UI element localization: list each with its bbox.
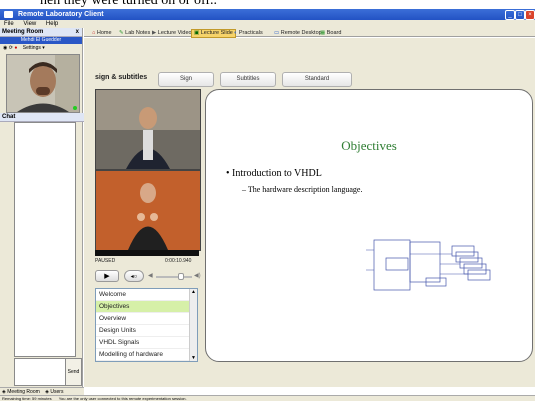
slide-bullet: • Introduction to VHDL — [226, 168, 322, 179]
settings-button[interactable]: Settings — [23, 45, 41, 51]
tab-remote-desktop[interactable]: ▭ Remote Desktop — [272, 29, 324, 37]
scroll-down-icon[interactable]: ▼ — [190, 355, 197, 361]
person-icon — [7, 55, 79, 112]
camera-icon[interactable]: ◉ — [3, 45, 7, 51]
chevron-down-icon[interactable]: ▾ — [42, 45, 45, 51]
meeting-room-header: Meeting Room x — [0, 28, 82, 37]
list-item-selected[interactable]: Objectives — [96, 301, 197, 313]
chat-header: Chat — [0, 113, 85, 122]
left-bottom-tabs: ◈ Meeting Room ◈ Users — [0, 387, 84, 395]
desktop-icon: ▭ — [274, 30, 280, 36]
sign-language-video[interactable] — [95, 170, 201, 251]
status-message: You are the only user connected to this … — [58, 396, 187, 401]
volume-handle[interactable] — [178, 273, 184, 280]
player-status: PAUSED — [95, 258, 116, 264]
sign-mode-button[interactable]: Sign — [158, 72, 214, 87]
status-bar: Remaining time: 59 minutes You are the o… — [0, 395, 535, 401]
notes-icon: ✎ — [119, 30, 124, 36]
speaker-low-icon: ◀ — [148, 273, 153, 279]
slide-title: Objectives — [341, 138, 397, 153]
tab-home[interactable]: ⌂ Home — [90, 29, 114, 37]
remaining-time: Remaining time: 59 minutes — [2, 396, 52, 401]
scroll-up-icon[interactable]: ▲ — [190, 289, 197, 295]
play-button[interactable]: ▶ — [95, 270, 119, 282]
window-title: Remote Laboratory Client — [18, 11, 104, 18]
tab-lecture-video[interactable]: ▶ Lecture Video — [150, 29, 194, 37]
username-bar: Mehdi El Guedder — [0, 37, 82, 44]
captions-toggle[interactable]: ◂○ — [124, 270, 144, 282]
send-button[interactable]: Send — [65, 358, 82, 386]
volume-slider[interactable] — [156, 276, 192, 278]
meeting-room-title: Meeting Room — [2, 29, 44, 35]
list-scrollbar[interactable]: ▲ ▼ — [189, 289, 197, 361]
signer-icon — [96, 171, 200, 250]
home-icon: ⌂ — [92, 30, 96, 36]
close-icon[interactable]: × — [525, 10, 535, 20]
slide-icon: ▣ — [194, 30, 200, 36]
menu-help[interactable]: Help — [46, 21, 58, 27]
list-item[interactable]: Modelling of hardware — [96, 349, 197, 361]
stop-icon[interactable]: ● — [14, 45, 17, 51]
tab-board[interactable]: ▦ Board — [318, 29, 343, 37]
minimize-icon[interactable]: _ — [505, 10, 515, 20]
mode-label: sign & subtitles — [95, 74, 148, 81]
tab-bar: ⌂ Home ✎ Lab Notes ▶ Lecture Video ▣ Lec… — [84, 28, 535, 38]
refresh-icon[interactable]: ⟳ — [9, 45, 13, 51]
subtitles-mode-button[interactable]: Subtitles — [220, 72, 276, 87]
caption-text: hen they were turned on or off.. — [40, 0, 218, 8]
tab-practicals[interactable]: ◐ Practicals — [232, 29, 265, 37]
tab-lecture-slide[interactable]: ▣ Lecture Slide — [191, 29, 236, 38]
slide-sub-bullet: – The hardware description language. — [242, 185, 363, 194]
player-time: 0:00:10.940 — [165, 258, 192, 264]
caption-strip: hen they were turned on or off.. — [0, 0, 535, 9]
maximize-icon[interactable]: □ — [515, 10, 525, 20]
tab-lab-notes[interactable]: ✎ Lab Notes — [117, 29, 152, 37]
progress-bar[interactable] — [95, 250, 199, 256]
chat-log — [14, 122, 76, 357]
lecturer-icon — [96, 90, 200, 169]
speaker-high-icon: ◀) — [194, 273, 201, 279]
hardware-diagram-icon — [366, 239, 491, 291]
panel-close-icon[interactable]: x — [76, 28, 79, 36]
lecture-slide: Objectives • Introduction to VHDL – The … — [205, 89, 533, 362]
lecturer-video[interactable] — [95, 89, 201, 170]
slide-list: Welcome Objectives Overview Design Units… — [95, 288, 198, 362]
list-item[interactable]: Welcome — [96, 289, 197, 301]
practicals-icon: ◐ — [234, 30, 238, 36]
video-icon: ▶ — [152, 30, 157, 36]
play-icon: ▶ — [104, 273, 110, 280]
list-item[interactable]: Overview — [96, 313, 197, 325]
app-icon — [4, 11, 13, 18]
board-icon: ▦ — [320, 30, 326, 36]
menu-file[interactable]: File — [4, 21, 14, 27]
list-item[interactable]: VHDL Signals — [96, 337, 197, 349]
online-status-icon — [73, 106, 77, 110]
menu-bar: File View Help — [0, 20, 535, 28]
chat-input[interactable] — [14, 358, 66, 386]
list-item[interactable]: Design Units — [96, 325, 197, 337]
toggle-icon: ◂○ — [130, 274, 138, 280]
user-toolbar: ◉ ⟳ ● Settings ▾ — [0, 44, 82, 53]
window-titlebar: Remote Laboratory Client _ □ × — [0, 9, 535, 20]
standard-mode-button[interactable]: Standard — [282, 72, 352, 87]
webcam-view — [6, 54, 80, 113]
menu-view[interactable]: View — [23, 21, 36, 27]
meeting-room-panel: Meeting Room x Mehdi El Guedder ◉ ⟳ ● Se… — [0, 28, 85, 387]
